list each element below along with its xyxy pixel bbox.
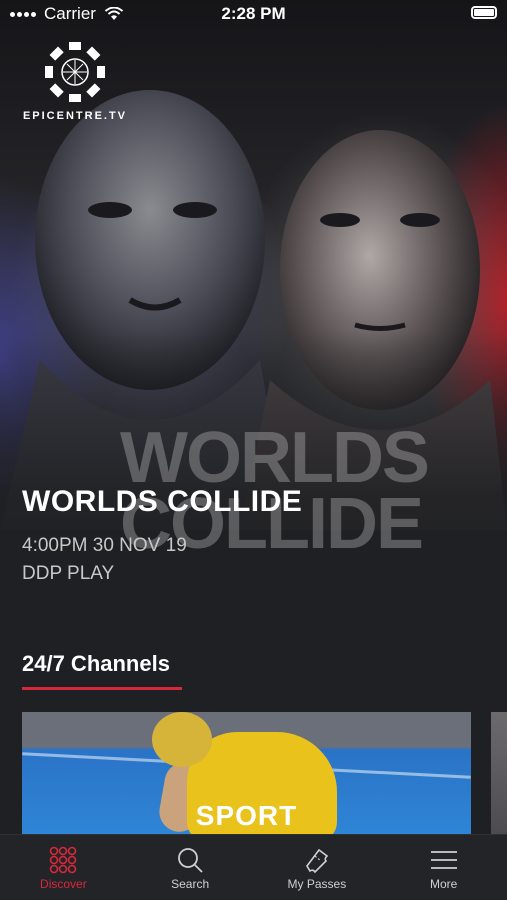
- menu-icon: [430, 851, 457, 869]
- tab-label: More: [429, 877, 458, 891]
- ticket-icon: [305, 848, 329, 874]
- event-datetime: 4:00PM 30 NOV 19: [22, 535, 187, 556]
- tab-label: My Passes: [287, 877, 347, 891]
- channel-card-next-peek[interactable]: [491, 712, 507, 837]
- tab-label: Search: [171, 877, 210, 891]
- tab-more[interactable]: More: [380, 835, 507, 900]
- epicentre-logo-icon: [45, 42, 105, 102]
- section-underline: [22, 687, 182, 690]
- tab-discover[interactable]: Discover: [0, 835, 127, 900]
- tab-search[interactable]: Search: [127, 835, 254, 900]
- app-screen: WORLDS COLLIDE Carrier 2:28 PM EPICENTRE…: [0, 0, 507, 900]
- search-icon: [178, 848, 203, 873]
- epicentre-logo: EPICENTRE.TV: [20, 40, 130, 122]
- tab-my-passes[interactable]: My Passes: [254, 835, 381, 900]
- tab-label: Discover: [40, 877, 87, 891]
- section-title-channels: 24/7 Channels: [22, 651, 170, 676]
- battery-icon: [471, 6, 497, 19]
- status-time: 2:28 PM: [221, 4, 286, 23]
- status-bar: Carrier 2:28 PM: [0, 0, 507, 30]
- discover-grid-icon: [50, 846, 77, 874]
- tab-bar: Discover Search My Passes More: [0, 834, 507, 900]
- channel-card-label: SPORT: [195, 800, 298, 831]
- logo-text: EPICENTRE.TV: [22, 110, 128, 122]
- channel-card-sport[interactable]: SPORT: [22, 712, 471, 837]
- event-channel: DDP PLAY: [22, 563, 115, 584]
- event-title[interactable]: WORLDS COLLIDE: [22, 485, 302, 519]
